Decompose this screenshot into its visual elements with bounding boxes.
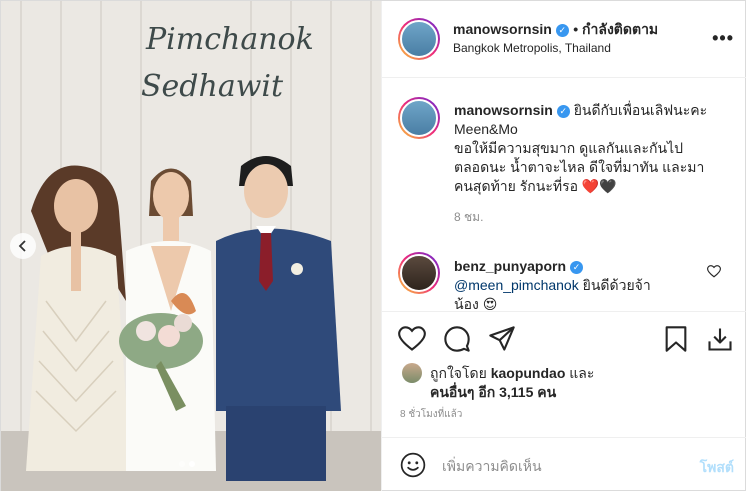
- sign-line-2: Sedhawit: [141, 69, 284, 104]
- comment-mention-link[interactable]: @meen_pimchanok: [454, 277, 579, 293]
- caption-line-3: ขอให้มีความสุขมาก ดูแลกันและกันไป: [454, 140, 683, 156]
- share-send-icon[interactable]: [488, 325, 516, 353]
- comment-like-heart-icon[interactable]: [707, 265, 721, 278]
- comment-bubble-icon[interactable]: [443, 325, 471, 353]
- location-link[interactable]: Bangkok Metropolis, Thailand: [453, 41, 611, 55]
- comments-area: manowsornsin ✓ ยินดีกับเพื่อนเลิฟนะคะ Mee…: [382, 79, 746, 311]
- chevron-left-icon: [18, 240, 26, 252]
- comment-text: ยินดีด้วยจ้า: [582, 277, 651, 293]
- caption-line-1: ยินดีกับเพื่อนเลิฟนะคะ: [573, 102, 708, 118]
- verified-icon: ✓: [555, 24, 569, 37]
- post-comment-button[interactable]: โพสต์: [700, 457, 734, 479]
- likes-prefix: ถูกใจโดย: [430, 365, 487, 381]
- liker-avatar[interactable]: [402, 363, 422, 383]
- action-bar: [382, 311, 746, 367]
- download-icon[interactable]: [706, 325, 734, 353]
- carousel-prev-button[interactable]: [10, 233, 36, 259]
- wedding-photo-image: Pimchanok Sedhawit: [1, 1, 381, 491]
- bookmark-save-icon[interactable]: [664, 325, 688, 353]
- carousel-dot-active: [189, 461, 195, 467]
- caption-username[interactable]: manowsornsin: [454, 102, 553, 118]
- commenter-username[interactable]: benz_punyaporn: [454, 258, 566, 274]
- likes-and: และ: [569, 365, 595, 381]
- caption-line-2: Meen&Mo: [454, 121, 518, 137]
- post-frame: Pimchanok Sedhawit manowsornsin ✓ • กำลั…: [0, 0, 746, 491]
- post-timestamp[interactable]: 8 ชั่วโมงที่แล้ว: [400, 407, 462, 422]
- post-side-panel: manowsornsin ✓ • กำลังติดตาม Bangkok Metr…: [381, 1, 746, 491]
- caption-line-5: คนสุดท้าย รักนะที่รอ ❤️🖤: [454, 178, 617, 194]
- caption-time[interactable]: 8 ชม.: [454, 208, 734, 227]
- post-photo[interactable]: Pimchanok Sedhawit: [1, 1, 381, 491]
- carousel-dots: [179, 461, 195, 467]
- liker-username[interactable]: kaopundao: [491, 365, 566, 381]
- comment-input[interactable]: [442, 456, 682, 476]
- more-options-icon[interactable]: •••: [712, 28, 734, 49]
- verified-icon: ✓: [556, 105, 570, 118]
- comment-box: โพสต์: [382, 437, 746, 491]
- caption-avatar[interactable]: [398, 97, 440, 139]
- like-heart-icon[interactable]: [398, 326, 426, 352]
- header-username[interactable]: manowsornsin: [453, 21, 552, 37]
- likes-others-link[interactable]: คนอื่นๆ อีก 3,115 คน: [430, 382, 556, 404]
- comment-text-2: น้อง 😍: [454, 296, 498, 311]
- header-avatar[interactable]: [398, 18, 440, 60]
- caption-line-4: ตลอดนะ น้ำตาจะไหล ดีใจที่มาทัน และมา: [454, 159, 705, 175]
- commenter-avatar[interactable]: [398, 252, 440, 294]
- follow-status[interactable]: • กำลังติดตาม: [573, 21, 658, 37]
- emoji-icon[interactable]: [400, 452, 426, 478]
- verified-icon: ✓: [570, 261, 584, 274]
- carousel-dot: [179, 461, 185, 467]
- sign-line-1: Pimchanok: [145, 22, 314, 57]
- post-header: manowsornsin ✓ • กำลังติดตาม Bangkok Metr…: [382, 1, 746, 78]
